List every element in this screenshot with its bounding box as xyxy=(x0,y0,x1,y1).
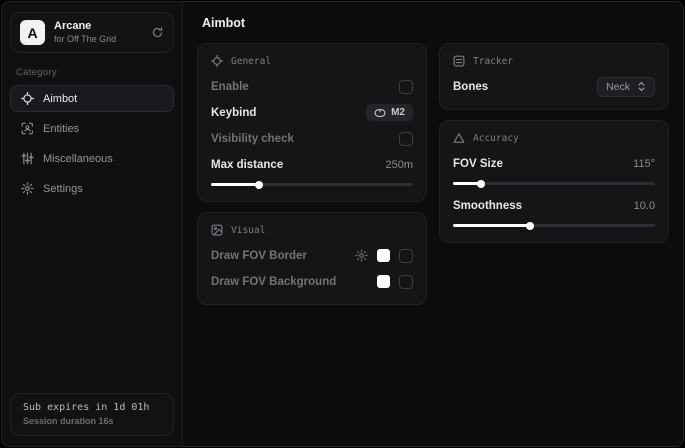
max-distance-label: Max distance xyxy=(211,159,283,171)
sidebar-item-miscellaneous[interactable]: Miscellaneous xyxy=(10,145,174,172)
slider-thumb[interactable] xyxy=(526,222,534,230)
fov-size-slider[interactable] xyxy=(453,182,655,185)
enable-row: Enable xyxy=(211,76,413,97)
fov-border-color-swatch[interactable] xyxy=(377,249,390,262)
smoothness-value: 10.0 xyxy=(634,200,655,212)
bones-select[interactable]: Neck xyxy=(597,77,655,97)
tracker-card: Tracker Bones Neck xyxy=(439,43,669,110)
gear-icon[interactable] xyxy=(355,249,368,262)
enable-checkbox[interactable] xyxy=(399,80,413,94)
visibility-check-checkbox[interactable] xyxy=(399,132,413,146)
section-title: Tracker xyxy=(473,56,513,67)
bones-row: Bones Neck xyxy=(453,76,655,97)
keybind-button[interactable]: M2 xyxy=(366,104,413,121)
section-title: General xyxy=(231,56,271,67)
crosshair-icon xyxy=(21,92,34,105)
smoothness-label: Smoothness xyxy=(453,200,522,212)
image-icon xyxy=(211,224,223,236)
logo-card: A Arcane for Off The Grid xyxy=(10,12,174,53)
sub-expires-text: Sub expires in 1d 01h xyxy=(23,402,161,413)
crosshair-icon xyxy=(211,55,223,67)
session-duration-text: Session duration 16s xyxy=(23,416,161,426)
sidebar-item-label: Settings xyxy=(43,183,83,195)
sidebar-item-entities[interactable]: Entities xyxy=(10,115,174,142)
draw-fov-border-row: Draw FOV Border xyxy=(211,245,413,266)
section-title: Visual xyxy=(231,225,265,236)
section-title: Accuracy xyxy=(473,133,519,144)
max-distance-row: Max distance 250m xyxy=(211,154,413,175)
app-logo: A xyxy=(20,20,45,45)
page-title: Aimbot xyxy=(202,16,664,30)
sliders-icon xyxy=(21,152,34,165)
keybind-label: Keybind xyxy=(211,107,256,119)
slider-thumb[interactable] xyxy=(255,181,263,189)
triangle-icon xyxy=(453,132,465,144)
sidebar-item-settings[interactable]: Settings xyxy=(10,175,174,202)
sidebar: A Arcane for Off The Grid Category Aimbo… xyxy=(2,2,183,446)
gear-icon xyxy=(21,182,34,195)
max-distance-value: 250m xyxy=(385,159,413,171)
smoothness-row: Smoothness 10.0 xyxy=(453,195,655,216)
accuracy-card: Accuracy FOV Size 115° Smoothness 10.0 xyxy=(439,120,669,243)
tracker-icon xyxy=(453,55,465,67)
refresh-icon[interactable] xyxy=(151,26,164,39)
category-label: Category xyxy=(16,67,168,78)
slider-thumb[interactable] xyxy=(477,180,485,188)
smoothness-slider[interactable] xyxy=(453,224,655,227)
draw-fov-background-row: Draw FOV Background xyxy=(211,271,413,292)
fov-size-value: 115° xyxy=(633,158,655,170)
sidebar-item-label: Miscellaneous xyxy=(43,153,113,165)
visibility-check-label: Visibility check xyxy=(211,133,294,145)
visibility-check-row: Visibility check xyxy=(211,128,413,149)
app-subtitle: for Off The Grid xyxy=(54,34,142,45)
bones-label: Bones xyxy=(453,81,488,93)
general-card: General Enable Keybind xyxy=(197,43,427,202)
fov-background-color-swatch[interactable] xyxy=(377,275,390,288)
sidebar-item-label: Entities xyxy=(43,123,79,135)
sidebar-item-aimbot[interactable]: Aimbot xyxy=(10,85,174,112)
max-distance-slider[interactable] xyxy=(211,183,413,186)
chevron-up-down-icon xyxy=(637,81,646,92)
draw-fov-background-checkbox[interactable] xyxy=(399,275,413,289)
draw-fov-border-checkbox[interactable] xyxy=(399,249,413,263)
main-panel: Aimbot General Enable xyxy=(183,2,683,446)
keybind-row: Keybind M2 xyxy=(211,102,413,123)
mouse-icon xyxy=(374,108,386,118)
draw-fov-border-label: Draw FOV Border xyxy=(211,250,307,262)
session-info-card: Sub expires in 1d 01h Session duration 1… xyxy=(10,393,174,436)
enable-label: Enable xyxy=(211,81,249,93)
app-title: Arcane xyxy=(54,20,142,34)
sidebar-item-label: Aimbot xyxy=(43,93,77,105)
visual-card: Visual Draw FOV Border xyxy=(197,212,427,305)
entities-icon xyxy=(21,122,34,135)
draw-fov-background-label: Draw FOV Background xyxy=(211,276,336,288)
fov-size-row: FOV Size 115° xyxy=(453,153,655,174)
fov-size-label: FOV Size xyxy=(453,158,503,170)
app-window: A Arcane for Off The Grid Category Aimbo… xyxy=(1,1,684,447)
main-header: Aimbot xyxy=(183,2,683,41)
